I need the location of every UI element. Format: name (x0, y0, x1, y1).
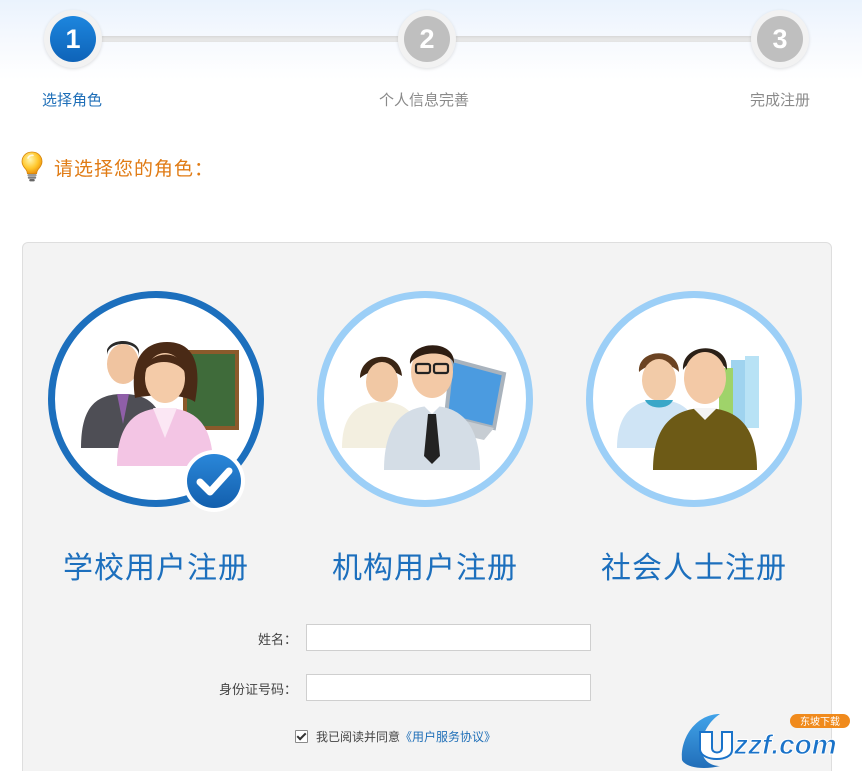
role-avatar-organization[interactable] (317, 291, 533, 507)
name-row: 姓名： (23, 624, 831, 652)
role-avatar-school[interactable] (48, 291, 264, 512)
role-title-organization[interactable]: 机构用户注册 (315, 543, 535, 587)
role-selection-panel: 学校用户注册 机构用户注册 社会人士注册 姓名： 身份证号码： 我已阅读并同意 … (22, 242, 832, 771)
step-1-indicator: 1 (44, 10, 102, 68)
user-agreement-link[interactable]: 《用户服务协议》 (400, 728, 496, 745)
public-user-avatar-icon (617, 348, 759, 470)
role-card-school[interactable]: 学校用户注册 (46, 291, 266, 587)
name-label: 姓名： (257, 633, 297, 648)
role-title-school[interactable]: 学校用户注册 (46, 543, 266, 587)
selected-check-badge (183, 450, 245, 512)
role-prompt: 请选择您的角色： (20, 150, 214, 184)
agreement-checkbox[interactable] (295, 729, 308, 743)
svg-text:东坡下载: 东坡下载 (800, 715, 840, 728)
id-number-row: 身份证号码： (23, 674, 831, 702)
svg-text:zzf.com: zzf.com (733, 729, 837, 760)
name-input[interactable] (306, 624, 591, 651)
step-2-number: 2 (404, 16, 450, 62)
prompt-text: 请选择您的角色： (54, 157, 215, 180)
agreement-text: 我已阅读并同意 (316, 729, 401, 744)
step-3-indicator: 3 (751, 10, 809, 68)
step-connector (96, 36, 406, 42)
role-avatar-public[interactable] (586, 291, 802, 507)
role-card-organization[interactable]: 机构用户注册 (315, 291, 535, 587)
role-card-public[interactable]: 社会人士注册 (584, 291, 804, 587)
registration-stepper: 1 2 3 选择角色 个人信息完善 完成注册 (0, 0, 862, 120)
step-3-label: 完成注册 (750, 91, 811, 109)
step-connector (450, 36, 760, 42)
step-2-label: 个人信息完善 (379, 91, 470, 109)
organization-avatar-icon (342, 345, 507, 470)
agreement-row: 我已阅读并同意 《用户服务协议》 (295, 727, 496, 745)
lightbulb-icon (21, 151, 43, 182)
step-3-number: 3 (757, 16, 803, 62)
uzzf-watermark-logo: zzf.com 东坡下载 (681, 714, 850, 768)
registration-page: 1 2 3 选择角色 个人信息完善 完成注册 请选择您的角色： 学校用户注册 机… (0, 0, 862, 771)
id-number-input[interactable] (306, 674, 591, 701)
step-1-number: 1 (50, 16, 96, 62)
checkmark-icon (196, 467, 233, 496)
role-title-public[interactable]: 社会人士注册 (584, 543, 804, 587)
id-number-label: 身份证号码： (218, 683, 297, 698)
step-1-label: 选择角色 (42, 91, 103, 109)
step-2-indicator: 2 (398, 10, 456, 68)
